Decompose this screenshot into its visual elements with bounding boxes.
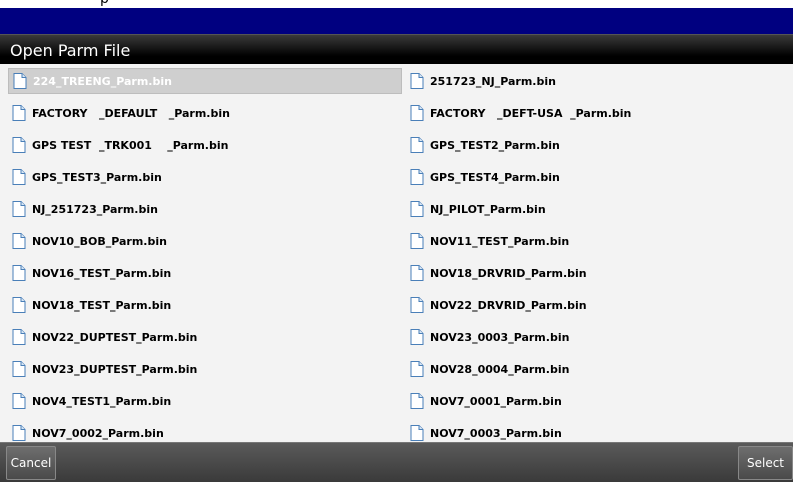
file-item[interactable]: NOV16_TEST_Parm.bin	[8, 260, 402, 286]
file-name: NOV23_DUPTEST_Parm.bin	[32, 362, 198, 376]
file-name: GPS_TEST2_Parm.bin	[430, 138, 560, 152]
file-name: NJ_PILOT_Parm.bin	[430, 202, 546, 216]
file-item[interactable]: NOV23_DUPTEST_Parm.bin	[8, 356, 402, 382]
file-item[interactable]: NOV7_0002_Parm.bin	[8, 420, 402, 442]
document-icon	[13, 73, 27, 89]
file-item[interactable]: NOV22_DRVRID_Parm.bin	[406, 292, 786, 318]
file-item[interactable]: NOV22_DUPTEST_Parm.bin	[8, 324, 402, 350]
file-item[interactable]: GPS_TEST4_Parm.bin	[406, 164, 786, 190]
file-name: GPS_TEST4_Parm.bin	[430, 170, 560, 184]
document-icon	[410, 297, 424, 313]
file-item[interactable]: 224_TREENG_Parm.bin	[8, 68, 402, 94]
blue-header-bar	[0, 8, 793, 34]
file-name: GPS TEST _TRK001 _Parm.bin	[32, 138, 229, 152]
file-item[interactable]: GPS_TEST2_Parm.bin	[406, 132, 786, 158]
document-icon	[410, 361, 424, 377]
document-icon	[12, 425, 26, 441]
file-name: NOV11_TEST_Parm.bin	[430, 234, 570, 248]
document-icon	[410, 105, 424, 121]
file-item[interactable]: GPS_TEST3_Parm.bin	[8, 164, 402, 190]
file-name: NOV22_DUPTEST_Parm.bin	[32, 330, 198, 344]
document-icon	[410, 425, 424, 441]
file-name: NOV7_0002_Parm.bin	[32, 426, 164, 440]
file-name: 251723_NJ_Parm.bin	[430, 74, 556, 88]
document-icon	[410, 73, 424, 89]
select-button[interactable]: Select	[738, 446, 793, 480]
file-item[interactable]: 251723_NJ_Parm.bin	[406, 68, 786, 94]
file-item[interactable]: NOV10_BOB_Parm.bin	[8, 228, 402, 254]
file-item[interactable]: NOV23_0003_Parm.bin	[406, 324, 786, 350]
document-icon	[410, 329, 424, 345]
document-icon	[410, 201, 424, 217]
dialog-title: Open Parm File	[10, 41, 131, 60]
file-item[interactable]: FACTORY _DEFAULT _Parm.bin	[8, 100, 402, 126]
file-name: NOV18_TEST_Parm.bin	[32, 298, 172, 312]
document-icon	[410, 137, 424, 153]
file-item[interactable]: NJ_251723_Parm.bin	[8, 196, 402, 222]
file-name: NOV28_0004_Parm.bin	[430, 362, 570, 376]
file-name: FACTORY _DEFT-USA _Parm.bin	[430, 106, 632, 120]
file-item[interactable]: NOV7_0003_Parm.bin	[406, 420, 786, 442]
file-name: GPS_TEST3_Parm.bin	[32, 170, 162, 184]
document-icon	[410, 265, 424, 281]
document-icon	[12, 265, 26, 281]
file-item[interactable]: GPS TEST _TRK001 _Parm.bin	[8, 132, 402, 158]
file-name: NOV4_TEST1_Parm.bin	[32, 394, 172, 408]
file-name: NOV22_DRVRID_Parm.bin	[430, 298, 587, 312]
file-list[interactable]: 224_TREENG_Parm.bin 251723_NJ_Parm.bin FAC…	[0, 64, 793, 442]
file-item[interactable]: NOV4_TEST1_Parm.bin	[8, 388, 402, 414]
document-icon	[12, 201, 26, 217]
file-item[interactable]: NOV18_TEST_Parm.bin	[8, 292, 402, 318]
document-icon	[12, 297, 26, 313]
document-icon	[12, 137, 26, 153]
document-icon	[12, 393, 26, 409]
file-item[interactable]: FACTORY _DEFT-USA _Parm.bin	[406, 100, 786, 126]
document-icon	[12, 105, 26, 121]
file-name: NOV18_DRVRID_Parm.bin	[430, 266, 587, 280]
file-item[interactable]: NOV28_0004_Parm.bin	[406, 356, 786, 382]
file-item[interactable]: NOV7_0001_Parm.bin	[406, 388, 786, 414]
file-name: NOV16_TEST_Parm.bin	[32, 266, 172, 280]
document-icon	[410, 393, 424, 409]
dialog-footer: Cancel Select	[0, 442, 793, 482]
file-name: NOV7_0001_Parm.bin	[430, 394, 562, 408]
file-name: NOV23_0003_Parm.bin	[430, 330, 570, 344]
file-item[interactable]: NJ_PILOT_Parm.bin	[406, 196, 786, 222]
top-strip-text: p	[100, 0, 109, 7]
file-item[interactable]: NOV11_TEST_Parm.bin	[406, 228, 786, 254]
top-strip: p	[0, 0, 793, 8]
document-icon	[12, 233, 26, 249]
file-name: FACTORY _DEFAULT _Parm.bin	[32, 106, 230, 120]
cancel-button[interactable]: Cancel	[6, 446, 56, 480]
document-icon	[12, 329, 26, 345]
document-icon	[410, 169, 424, 185]
file-name: NOV7_0003_Parm.bin	[430, 426, 562, 440]
document-icon	[410, 233, 424, 249]
file-item[interactable]: NOV18_DRVRID_Parm.bin	[406, 260, 786, 286]
file-name: NJ_251723_Parm.bin	[32, 202, 158, 216]
document-icon	[12, 169, 26, 185]
file-name: NOV10_BOB_Parm.bin	[32, 234, 167, 248]
file-name: 224_TREENG_Parm.bin	[33, 74, 172, 88]
dialog-title-bar: Open Parm File	[0, 34, 793, 65]
document-icon	[12, 361, 26, 377]
